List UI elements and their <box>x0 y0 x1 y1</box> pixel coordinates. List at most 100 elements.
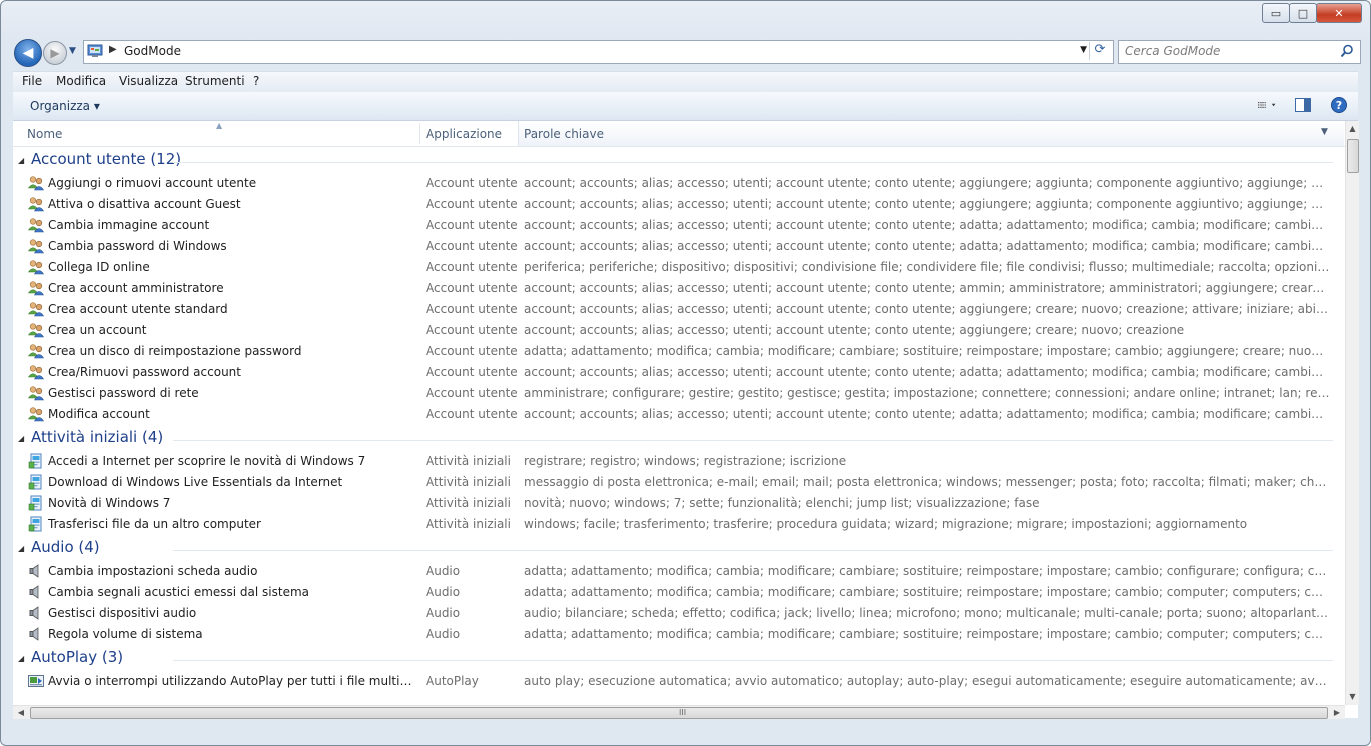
item-name[interactable]: Cambia segnali acustici emessi dal siste… <box>48 585 418 599</box>
item-name[interactable]: Cambia impostazioni scheda audio <box>48 564 418 578</box>
group-header[interactable]: ◢ Account utente (12) <box>13 147 1345 173</box>
collapse-triangle-icon[interactable]: ◢ <box>18 156 24 165</box>
list-item[interactable]: Attiva o disattiva account Guest Account … <box>13 194 1345 215</box>
close-button[interactable]: ✕ <box>1316 3 1362 23</box>
breadcrumb-separator[interactable]: ▶ <box>109 44 117 55</box>
list-item[interactable]: Aggiungi o rimuovi account utente Account… <box>13 173 1345 194</box>
item-name[interactable]: Crea account utente standard <box>48 302 418 316</box>
item-name[interactable]: Crea/Rimuovi password account <box>48 365 418 379</box>
item-list: ◢ Account utente (12) Aggiungi o rimuovi a… <box>13 147 1345 718</box>
item-name[interactable]: Collega ID online <box>48 260 418 274</box>
group-title[interactable]: Audio (4) <box>31 538 100 556</box>
item-name[interactable]: Novità di Windows 7 <box>48 496 418 510</box>
collapse-triangle-icon[interactable]: ◢ <box>18 434 24 443</box>
column-divider[interactable] <box>419 123 420 144</box>
list-item[interactable]: Modifica account Account utente account; a… <box>13 404 1345 425</box>
refresh-icon[interactable]: ⟳ <box>1089 42 1110 60</box>
preview-pane-icon[interactable] <box>1294 97 1312 113</box>
view-options-icon[interactable] <box>1258 97 1276 113</box>
list-item[interactable]: Download di Windows Live Essentials da I… <box>13 472 1345 493</box>
search-icon[interactable] <box>1340 44 1354 58</box>
item-name[interactable]: Download di Windows Live Essentials da I… <box>48 475 418 489</box>
item-keywords: amministrare; configurare; gestire; gest… <box>524 386 1330 400</box>
list-item[interactable]: Crea un account Account utente account; ac… <box>13 320 1345 341</box>
item-keywords: auto play; esecuzione automatica; avvio … <box>524 674 1330 688</box>
address-bar[interactable]: ▶ GodMode ▼ ⟳ <box>83 40 1114 64</box>
list-item[interactable]: Crea account utente standard Account uten… <box>13 299 1345 320</box>
column-header-keywords[interactable]: Parole chiave <box>524 127 604 141</box>
horizontal-scroll-thumb[interactable]: III <box>30 707 1328 719</box>
list-item[interactable]: Cambia segnali acustici emessi dal siste… <box>13 582 1345 603</box>
group-header[interactable]: ◢ Audio (4) <box>13 535 1345 561</box>
scroll-down-arrow-icon[interactable]: ▼ <box>1346 689 1359 705</box>
group-title[interactable]: Attività iniziali (4) <box>31 428 163 446</box>
item-name[interactable]: Accedi a Internet per scoprire le novità… <box>48 454 418 468</box>
item-name[interactable]: Cambia password di Windows <box>48 239 418 253</box>
item-name[interactable]: Cambia immagine account <box>48 218 418 232</box>
collapse-triangle-icon[interactable]: ◢ <box>18 654 24 663</box>
menu-file[interactable]: File <box>22 74 42 88</box>
column-dropdown-icon[interactable]: ▼ <box>1321 127 1328 137</box>
item-name[interactable]: Gestisci dispositivi audio <box>48 606 418 620</box>
list-item[interactable]: Cambia immagine account Account utente acc… <box>13 215 1345 236</box>
list-item[interactable]: Crea un disco di reimpostazione password… <box>13 341 1345 362</box>
maximize-button[interactable]: □ <box>1289 3 1317 23</box>
item-name[interactable]: Gestisci password di rete <box>48 386 418 400</box>
group-title[interactable]: Account utente (12) <box>31 150 181 168</box>
item-name[interactable]: Avvia o interrompi utilizzando AutoPlay … <box>48 674 418 688</box>
help-icon[interactable]: ? <box>1330 97 1348 113</box>
breadcrumb-godmode[interactable]: GodMode <box>124 44 181 58</box>
list-item[interactable]: Avvia o interrompi utilizzando AutoPlay … <box>13 671 1345 692</box>
list-item[interactable]: Trasferisci file da un altro computer Att… <box>13 514 1345 535</box>
users-icon <box>27 406 45 422</box>
list-item[interactable]: Accedi a Internet per scoprire le novità… <box>13 451 1345 472</box>
search-input[interactable] <box>1125 43 1325 59</box>
item-name[interactable]: Crea un account <box>48 323 418 337</box>
item-application: Account utente <box>426 407 518 421</box>
item-name[interactable]: Regola volume di sistema <box>48 627 418 641</box>
group-title[interactable]: AutoPlay (3) <box>31 648 123 666</box>
list-item[interactable]: Collega ID online Account utente periferic… <box>13 257 1345 278</box>
list-item[interactable]: Novità di Windows 7 Attività iniziali novi… <box>13 493 1345 514</box>
address-dropdown-icon[interactable]: ▼ <box>1080 45 1087 55</box>
users-icon <box>27 301 45 317</box>
menu-modifica[interactable]: Modifica <box>56 74 106 88</box>
scroll-left-arrow-icon[interactable]: ◀ <box>13 706 29 719</box>
list-item[interactable]: Gestisci dispositivi audio Audio audio; bi… <box>13 603 1345 624</box>
item-name[interactable]: Trasferisci file da un altro computer <box>48 517 418 531</box>
column-header-name[interactable]: Nome <box>27 127 62 141</box>
back-button[interactable]: ◀ <box>14 39 42 67</box>
menu-strumenti[interactable]: Strumenti <box>185 74 245 88</box>
list-item[interactable]: Crea account amministratore Account utent… <box>13 278 1345 299</box>
group-header[interactable]: ◢ AutoPlay (3) <box>13 645 1345 671</box>
collapse-triangle-icon[interactable]: ◢ <box>18 544 24 553</box>
vertical-scrollbar[interactable]: ▲ ▼ <box>1345 121 1359 705</box>
list-item[interactable]: Gestisci password di rete Account utente a… <box>13 383 1345 404</box>
minimize-button[interactable]: ▭ <box>1262 3 1290 23</box>
item-keywords: novità; nuovo; windows; 7; sette; funzio… <box>524 496 1040 510</box>
organize-button[interactable]: Organizza ▾ <box>30 99 100 113</box>
horizontal-scrollbar[interactable]: ◀ III ▶ <box>13 705 1345 719</box>
list-item[interactable]: Regola volume di sistema Audio adatta; ada… <box>13 624 1345 645</box>
item-name[interactable]: Modifica account <box>48 407 418 421</box>
scroll-up-arrow-icon[interactable]: ▲ <box>1346 121 1359 137</box>
menu-visualizza[interactable]: Visualizza <box>119 74 178 88</box>
item-name[interactable]: Crea un disco di reimpostazione password <box>48 344 418 358</box>
item-keywords: audio; bilanciare; scheda; effetto; codi… <box>524 606 1330 620</box>
item-name[interactable]: Attiva o disattiva account Guest <box>48 197 418 211</box>
list-item[interactable]: Cambia password di Windows Account utente… <box>13 236 1345 257</box>
item-name[interactable]: Crea account amministratore <box>48 281 418 295</box>
vertical-scroll-thumb[interactable] <box>1347 139 1359 173</box>
recent-pages-dropdown[interactable]: ▼ <box>69 46 76 56</box>
item-keywords: periferica; periferiche; dispositivo; di… <box>524 260 1330 274</box>
list-item[interactable]: Cambia impostazioni scheda audio Audio ada… <box>13 561 1345 582</box>
group-header[interactable]: ◢ Attività iniziali (4) <box>13 425 1345 451</box>
item-keywords: account; accounts; alias; accesso; utent… <box>524 239 1330 253</box>
item-name[interactable]: Aggiungi o rimuovi account utente <box>48 176 418 190</box>
menu-help[interactable]: ? <box>253 74 259 88</box>
forward-button[interactable]: ▶ <box>43 41 67 65</box>
list-item[interactable]: Crea/Rimuovi password account Account ute… <box>13 362 1345 383</box>
scroll-right-arrow-icon[interactable]: ▶ <box>1329 706 1345 719</box>
column-header-application[interactable]: Applicazione <box>426 127 502 141</box>
users-icon <box>27 259 45 275</box>
